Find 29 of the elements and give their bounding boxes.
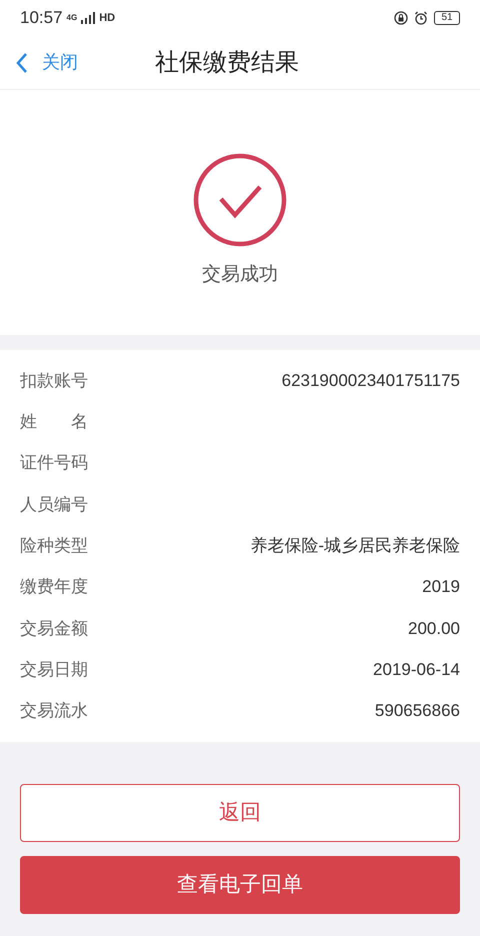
detail-value: 2019-06-14	[373, 658, 460, 681]
return-button[interactable]: 返回	[20, 784, 460, 842]
detail-label: 缴费年度	[20, 576, 88, 598]
receipt-button[interactable]: 查看电子回单	[20, 856, 460, 914]
detail-value: 6231900023401751175	[282, 370, 460, 392]
battery-icon: 51	[434, 11, 460, 25]
detail-value: 2019	[422, 576, 460, 598]
detail-label: 证件号码	[20, 452, 88, 474]
status-time: 10:57	[20, 7, 63, 30]
close-link[interactable]: 关闭	[0, 49, 78, 76]
lock-icon	[394, 11, 408, 25]
detail-label: 险种类型	[20, 535, 88, 558]
detail-label: 人员编号	[20, 494, 88, 516]
detail-value: 590656866	[374, 700, 460, 722]
checkmark-icon	[193, 153, 287, 247]
hd-label: HD	[99, 10, 116, 26]
detail-label: 姓 名	[20, 411, 88, 434]
back-icon	[16, 52, 28, 74]
network-label: 4G	[66, 12, 78, 24]
detail-label: 扣款账号	[20, 370, 88, 392]
page-title: 社保缴费结果	[155, 48, 299, 78]
success-message: 交易成功	[202, 263, 278, 287]
detail-value: 养老保险-城乡居民养老保险	[250, 535, 460, 558]
detail-label: 交易日期	[20, 658, 88, 681]
signal-icon	[81, 12, 96, 24]
detail-value: 200.00	[408, 618, 460, 640]
alarm-icon	[414, 11, 428, 25]
detail-label: 交易金额	[20, 618, 88, 640]
detail-label: 交易流水	[20, 700, 88, 722]
